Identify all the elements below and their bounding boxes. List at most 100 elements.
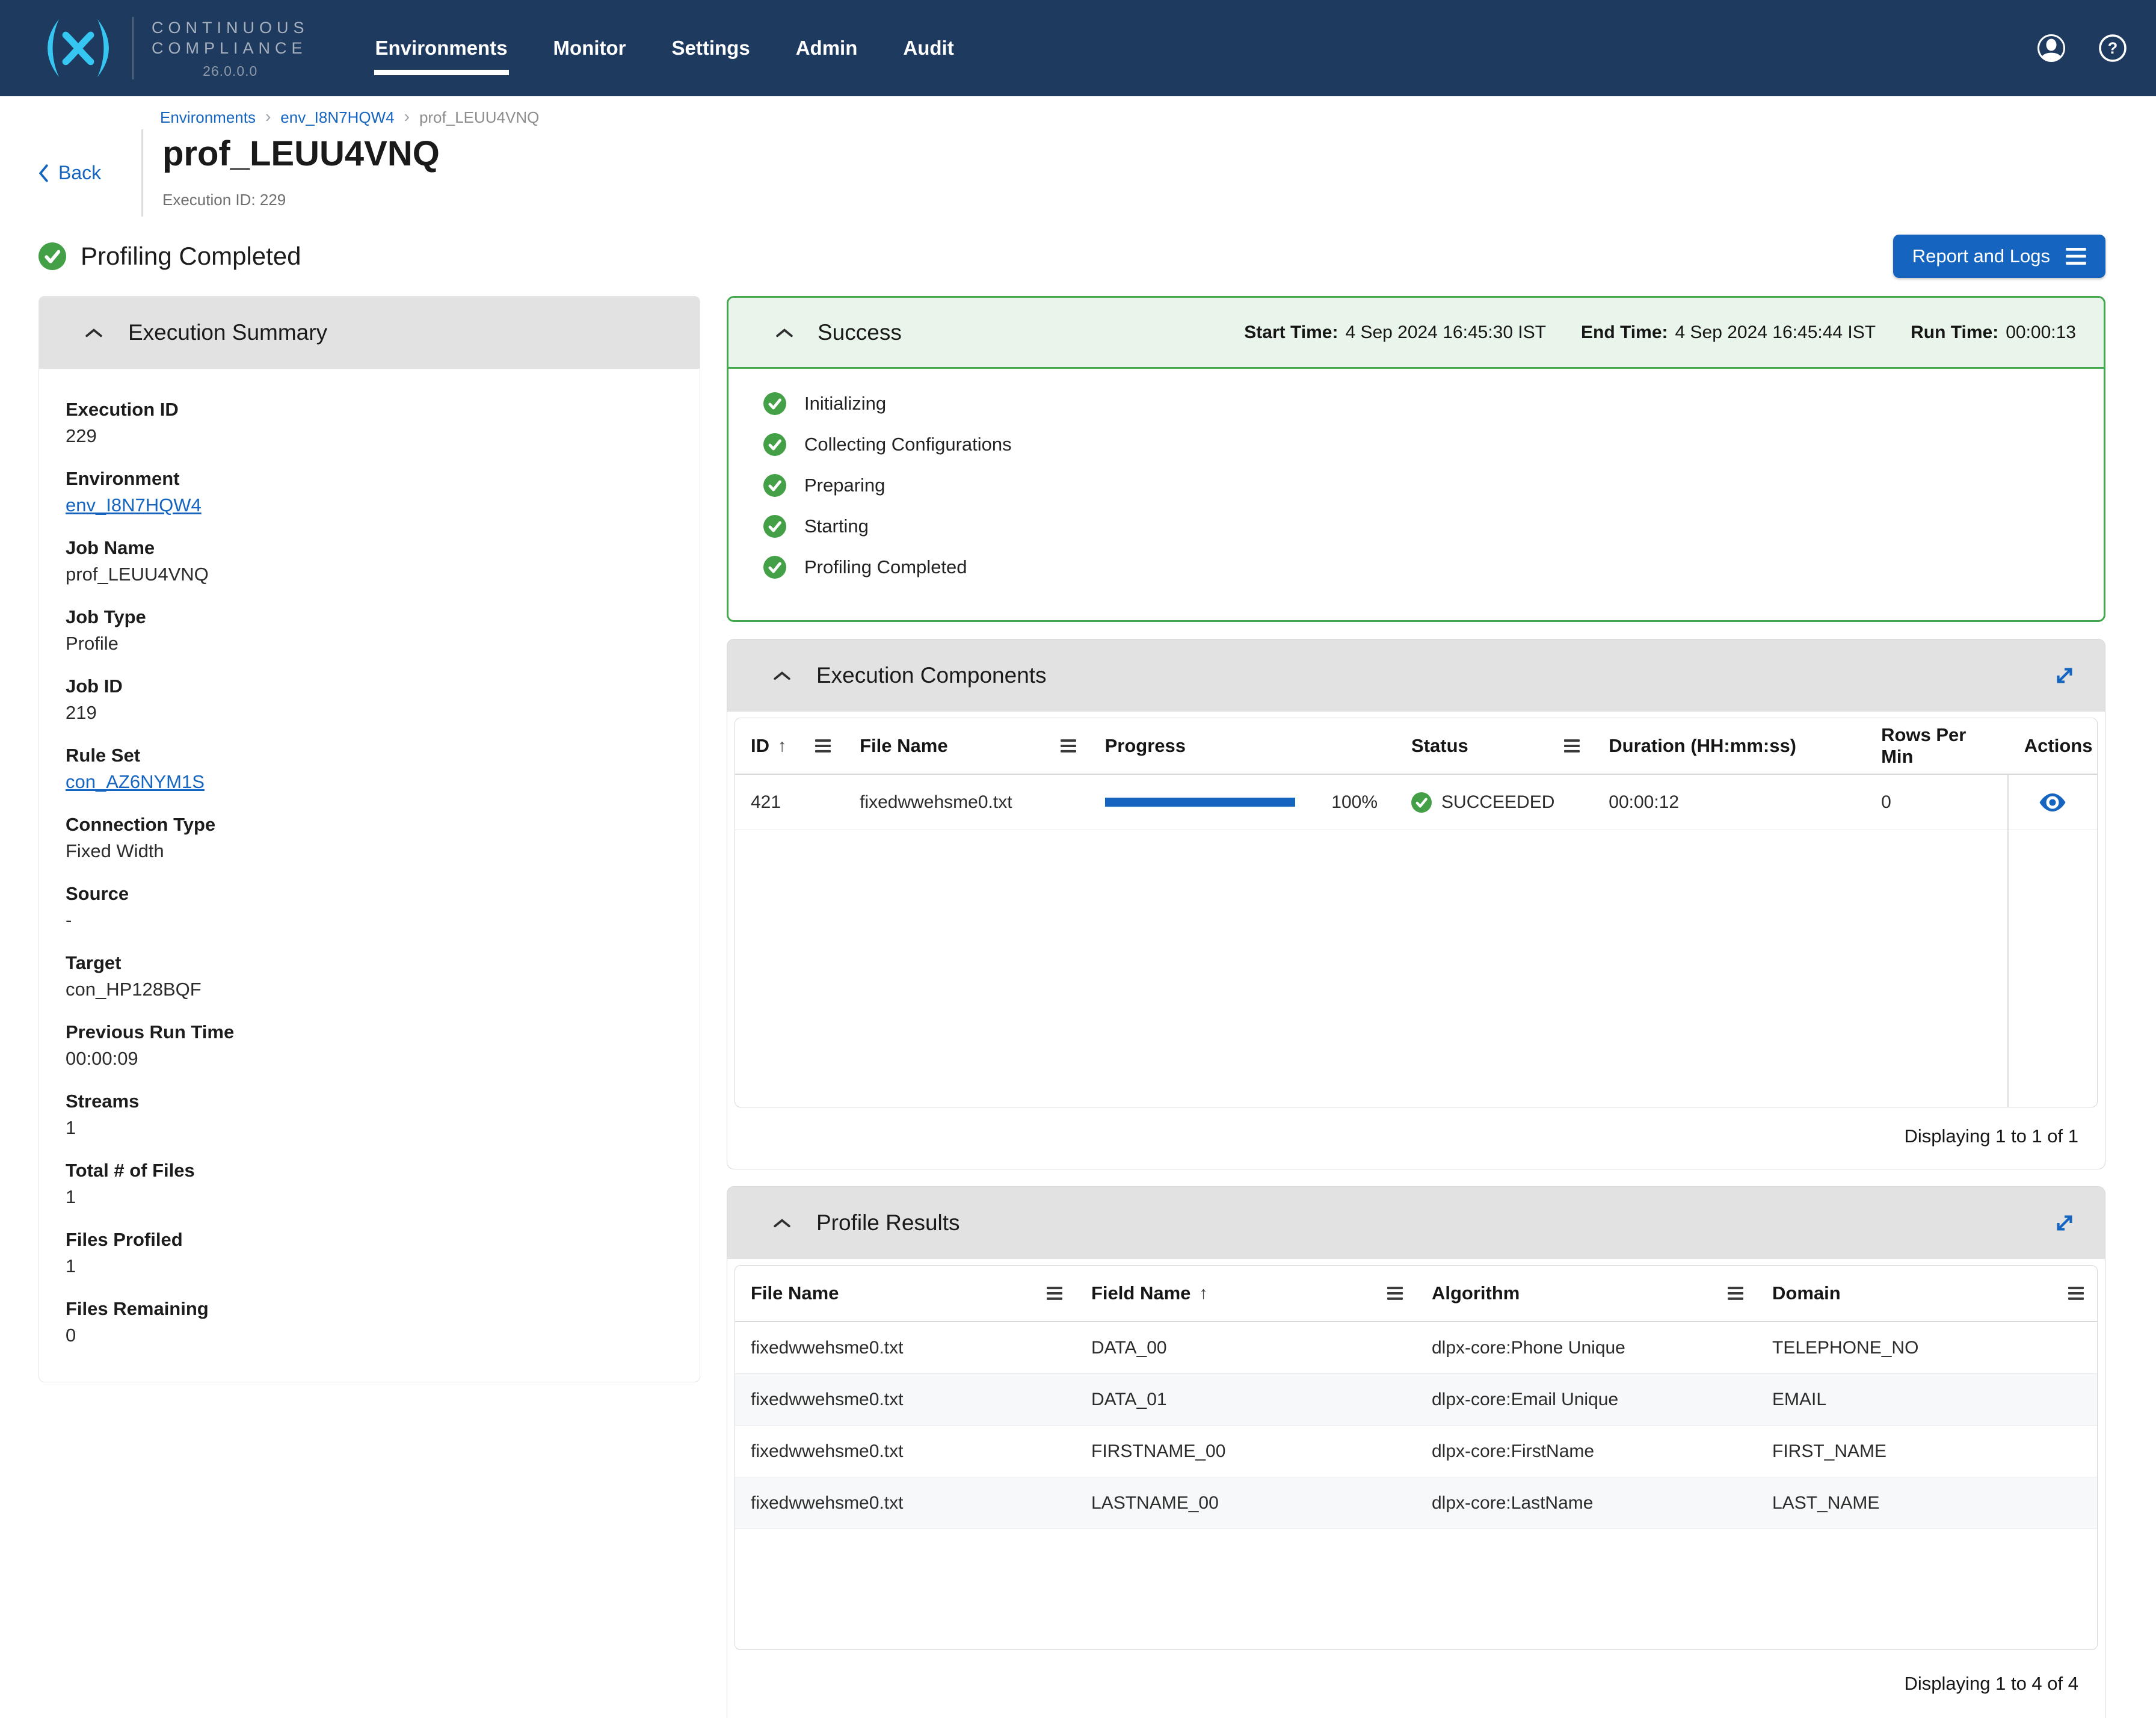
step-label: Profiling Completed [804, 556, 967, 577]
success-panel: Success Start Time: 4 Sep 2024 16:45:30 … [727, 296, 2105, 622]
eye-icon [2039, 793, 2066, 811]
column-label: Status [1411, 735, 1468, 756]
column-menu-icon[interactable] [1564, 739, 1580, 753]
step-label: Starting [804, 516, 869, 537]
column-header-progress[interactable]: Progress [1089, 735, 1396, 757]
column-header-id[interactable]: ID ↑ [735, 735, 844, 757]
table-row[interactable]: fixedwwehsme0.txt FIRSTNAME_00 dlpx-core… [735, 1426, 2097, 1477]
progress-percent: 100% [1331, 792, 1378, 812]
cell-progress: 100% [1089, 792, 1396, 813]
svg-text:?: ? [2108, 39, 2118, 57]
collapse-toggle[interactable] [773, 1218, 791, 1228]
chevron-up-icon [776, 328, 793, 337]
column-header-algorithm[interactable]: Algorithm [1416, 1282, 1757, 1304]
cell-status: SUCCEEDED [1396, 792, 1593, 813]
column-header-duration[interactable]: Duration (HH:mm:ss) [1593, 735, 1865, 757]
nav-item-settings[interactable]: Settings [672, 37, 750, 60]
field-value: Profile [66, 633, 119, 654]
environment-link[interactable]: env_I8N7HQW4 [66, 492, 673, 519]
cell-file-name: fixedwwehsme0.txt [751, 1441, 904, 1461]
check-circle-icon [1411, 792, 1432, 813]
view-details-button[interactable] [2039, 793, 2066, 812]
step-item: Profiling Completed [728, 547, 2104, 588]
column-label: Rows Per Min [1881, 724, 1967, 767]
main-content: Execution Summary Execution ID 229 Envir… [38, 296, 2105, 1718]
column-header-domain[interactable]: Domain [1757, 1282, 2097, 1304]
column-header-file-name[interactable]: File Name [735, 1282, 1076, 1304]
table-pagination: Displaying 1 to 4 of 4 [727, 1650, 2105, 1718]
collapse-toggle[interactable] [773, 670, 791, 681]
rule-set-link[interactable]: con_AZ6NYM1S [66, 769, 673, 795]
column-label: Duration (HH:mm:ss) [1609, 735, 1797, 756]
breadcrumb-environments[interactable]: Environments [160, 108, 256, 127]
status-badge: SUCCEEDED [1441, 792, 1555, 812]
back-label: Back [58, 162, 102, 183]
table-row[interactable]: fixedwwehsme0.txt DATA_01 dlpx-core:Emai… [735, 1374, 2097, 1426]
field-value: 1 [66, 1255, 76, 1276]
step-label: Preparing [804, 475, 886, 496]
displaying-count: Displaying 1 to 4 of 4 [1904, 1673, 2078, 1694]
cell-file-name: fixedwwehsme0.txt [751, 1389, 904, 1409]
cell-field-name: DATA_00 [1091, 1337, 1167, 1358]
column-menu-icon[interactable] [1047, 1287, 1062, 1300]
column-header-file-name[interactable]: File Name [844, 735, 1089, 757]
nav-item-monitor[interactable]: Monitor [553, 37, 626, 60]
summary-field: Source - [66, 881, 673, 934]
back-button[interactable]: Back [38, 162, 141, 184]
progress-bar [1104, 798, 1295, 807]
summary-field: Rule Set con_AZ6NYM1S [66, 742, 673, 795]
sort-asc-icon: ↑ [1199, 1283, 1208, 1303]
column-menu-icon[interactable] [1728, 1287, 1743, 1300]
field-value: 1 [66, 1186, 76, 1207]
field-label: Files Remaining [66, 1298, 209, 1319]
run-time-label: Run Time: [1911, 322, 1999, 342]
help-icon[interactable]: ? [2098, 34, 2127, 63]
collapse-toggle[interactable] [775, 327, 793, 338]
chevron-left-icon [38, 164, 48, 182]
table-row[interactable]: fixedwwehsme0.txt LASTNAME_00 dlpx-core:… [735, 1477, 2097, 1529]
run-times: Start Time: 4 Sep 2024 16:45:30 IST End … [1244, 322, 2076, 343]
product-name: CONTINUOUS COMPLIANCE 26.0.0.0 [152, 17, 309, 79]
column-header-status[interactable]: Status [1396, 735, 1593, 757]
table-row[interactable]: fixedwwehsme0.txt DATA_00 dlpx-core:Phon… [735, 1322, 2097, 1374]
collapse-toggle[interactable] [85, 327, 103, 338]
nav-item-environments[interactable]: Environments [374, 37, 509, 75]
cell-field-name: LASTNAME_00 [1091, 1492, 1219, 1513]
user-account-icon[interactable] [2037, 34, 2066, 63]
profile-results-header: Profile Results [727, 1187, 2105, 1259]
expand-panel-button[interactable] [2051, 1209, 2078, 1237]
nav-item-audit[interactable]: Audit [903, 37, 953, 60]
cell-id: 421 [751, 792, 781, 812]
cell-rows-per-min: 0 [1881, 792, 1891, 812]
breadcrumb-current: prof_LEUU4VNQ [419, 108, 540, 126]
table-row[interactable]: 421 fixedwwehsme0.txt 100% SUCCEEDED 00:… [735, 775, 2097, 830]
column-menu-icon[interactable] [1060, 739, 1076, 753]
report-and-logs-label: Report and Logs [1912, 245, 2050, 266]
job-status-text: Profiling Completed [81, 242, 301, 270]
column-label: File Name [751, 1282, 839, 1304]
nav-item-admin[interactable]: Admin [796, 37, 858, 60]
brand-logo: CONTINUOUS COMPLIANCE 26.0.0.0 [38, 17, 309, 79]
end-time: End Time: 4 Sep 2024 16:45:44 IST [1581, 322, 1876, 343]
check-circle-icon [763, 392, 786, 415]
column-header-field-name[interactable]: Field Name ↑ [1076, 1282, 1416, 1304]
end-time-value: 4 Sep 2024 16:45:44 IST [1675, 322, 1876, 342]
report-and-logs-button[interactable]: Report and Logs [1893, 235, 2105, 278]
breadcrumb-environment[interactable]: env_I8N7HQW4 [280, 108, 394, 127]
column-menu-icon[interactable] [2068, 1287, 2084, 1300]
column-menu-icon[interactable] [1387, 1287, 1403, 1300]
summary-field: Job ID 219 [66, 673, 673, 726]
execution-components-table: ID ↑ File Name Progress Status Duration … [735, 718, 2098, 1107]
field-label: Streams [66, 1091, 140, 1112]
page-title: prof_LEUU4VNQ [162, 134, 440, 173]
column-label: Progress [1104, 735, 1186, 756]
column-menu-icon[interactable] [815, 739, 831, 753]
breadcrumb: Environments › env_I8N7HQW4 › prof_LEUU4… [160, 107, 2156, 127]
cell-algorithm: dlpx-core:FirstName [1432, 1441, 1595, 1461]
expand-panel-button[interactable] [2051, 662, 2078, 689]
column-label: ID [751, 735, 769, 756]
field-label: Job Name [66, 537, 155, 558]
check-circle-icon [763, 515, 786, 538]
column-header-rows-per-min[interactable]: Rows Per Min [1865, 724, 2009, 768]
summary-field: Connection Type Fixed Width [66, 811, 673, 864]
